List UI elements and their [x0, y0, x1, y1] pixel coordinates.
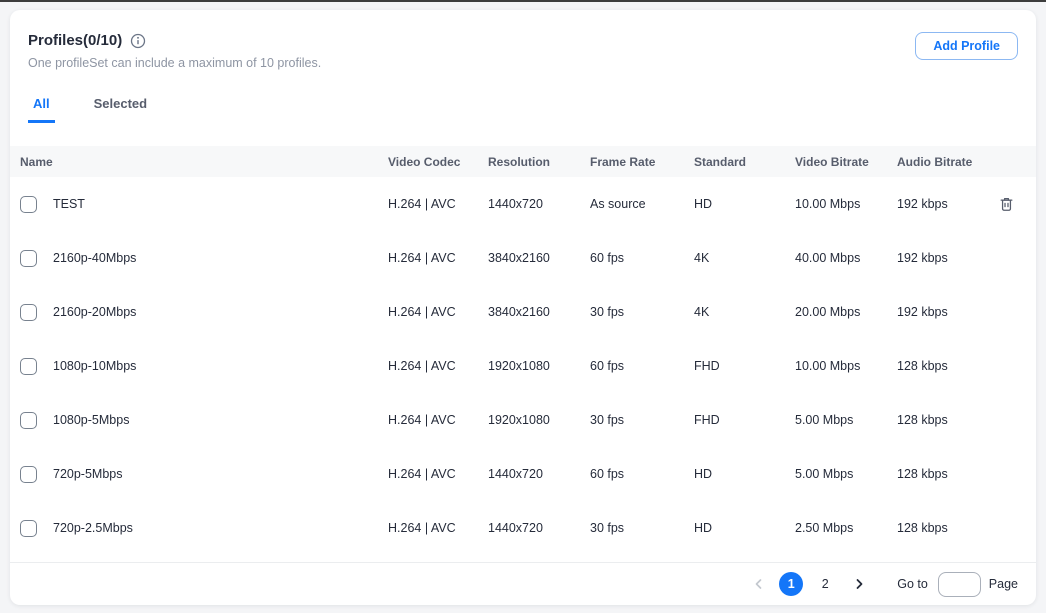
cell-name: 2160p-40Mbps — [53, 251, 388, 265]
cell-resolution: 1440x720 — [488, 467, 590, 481]
tab-selected[interactable]: Selected — [89, 96, 152, 123]
pagination-bar: 12 Go to Page — [10, 562, 1036, 605]
cell-video-bitrate: 5.00 Mbps — [795, 467, 897, 481]
cell-frame-rate: 30 fps — [590, 413, 694, 427]
cell-standard: HD — [694, 197, 795, 211]
row-checkbox[interactable] — [20, 196, 37, 213]
column-header-resolution: Resolution — [488, 155, 590, 169]
page-1-button[interactable]: 1 — [779, 572, 803, 596]
cell-audio-bitrate: 192 kbps — [897, 305, 988, 319]
row-checkbox[interactable] — [20, 466, 37, 483]
table-row: TEST H.264 | AVC 1440x720 As source HD 1… — [10, 177, 1036, 231]
cell-standard: FHD — [694, 413, 795, 427]
cell-name: 1080p-10Mbps — [53, 359, 388, 373]
cell-standard: HD — [694, 521, 795, 535]
panel-subtitle: One profileSet can include a maximum of … — [28, 56, 321, 70]
column-header-video-bitrate: Video Bitrate — [795, 155, 897, 169]
cell-name: 2160p-20Mbps — [53, 305, 388, 319]
cell-frame-rate: 60 fps — [590, 467, 694, 481]
goto-label: Go to — [897, 577, 928, 591]
add-profile-button[interactable]: Add Profile — [915, 32, 1018, 60]
column-header-frame-rate: Frame Rate — [590, 155, 694, 169]
column-header-name: Name — [20, 155, 388, 169]
cell-video-codec: H.264 | AVC — [388, 359, 488, 373]
cell-video-bitrate: 10.00 Mbps — [795, 359, 897, 373]
chevron-left-icon[interactable] — [747, 572, 771, 596]
cell-resolution: 1920x1080 — [488, 359, 590, 373]
cell-frame-rate: 30 fps — [590, 305, 694, 319]
profiles-panel: Profiles(0/10) One profileSet can includ… — [10, 10, 1036, 605]
cell-resolution: 1920x1080 — [488, 413, 590, 427]
row-checkbox[interactable] — [20, 358, 37, 375]
cell-standard: HD — [694, 467, 795, 481]
table-row: 2160p-40Mbps H.264 | AVC 3840x2160 60 fp… — [10, 231, 1036, 285]
tab-all-label: All — [33, 96, 50, 111]
cell-audio-bitrate: 128 kbps — [897, 359, 988, 373]
goto-page-input[interactable] — [938, 572, 981, 597]
tabs-bar: All Selected — [10, 96, 1036, 123]
cell-video-codec: H.264 | AVC — [388, 251, 488, 265]
cell-video-bitrate: 5.00 Mbps — [795, 413, 897, 427]
column-header-audio-bitrate: Audio Bitrate — [897, 155, 988, 169]
panel-header: Profiles(0/10) One profileSet can includ… — [10, 10, 1036, 70]
page-numbers: 12 — [779, 572, 847, 596]
window-top-edge — [0, 0, 1046, 2]
info-icon[interactable] — [130, 33, 146, 49]
cell-audio-bitrate: 128 kbps — [897, 413, 988, 427]
cell-frame-rate: As source — [590, 197, 694, 211]
page-2-button[interactable]: 2 — [813, 572, 837, 596]
cell-audio-bitrate: 192 kbps — [897, 197, 988, 211]
tab-selected-label: Selected — [94, 96, 147, 111]
cell-video-bitrate: 20.00 Mbps — [795, 305, 897, 319]
cell-standard: 4K — [694, 305, 795, 319]
cell-name: TEST — [53, 197, 388, 211]
column-header-video-codec: Video Codec — [388, 155, 488, 169]
table-row: 1080p-5Mbps H.264 | AVC 1920x1080 30 fps… — [10, 393, 1036, 447]
row-checkbox[interactable] — [20, 250, 37, 267]
cell-resolution: 3840x2160 — [488, 251, 590, 265]
table-header: Name Video Codec Resolution Frame Rate S… — [10, 146, 1036, 177]
cell-frame-rate: 60 fps — [590, 359, 694, 373]
cell-video-codec: H.264 | AVC — [388, 521, 488, 535]
cell-name: 1080p-5Mbps — [53, 413, 388, 427]
row-checkbox[interactable] — [20, 520, 37, 537]
cell-video-codec: H.264 | AVC — [388, 467, 488, 481]
page-title: Profiles(0/10) — [28, 32, 122, 49]
column-header-standard: Standard — [694, 155, 795, 169]
cell-video-codec: H.264 | AVC — [388, 305, 488, 319]
cell-standard: 4K — [694, 251, 795, 265]
cell-video-bitrate: 40.00 Mbps — [795, 251, 897, 265]
cell-video-codec: H.264 | AVC — [388, 197, 488, 211]
delete-icon[interactable] — [998, 196, 1015, 213]
cell-resolution: 1440x720 — [488, 197, 590, 211]
cell-video-bitrate: 10.00 Mbps — [795, 197, 897, 211]
cell-audio-bitrate: 128 kbps — [897, 467, 988, 481]
cell-standard: FHD — [694, 359, 795, 373]
table-row: 720p-5Mbps H.264 | AVC 1440x720 60 fps H… — [10, 447, 1036, 501]
cell-name: 720p-5Mbps — [53, 467, 388, 481]
table-body: TEST H.264 | AVC 1440x720 As source HD 1… — [10, 177, 1036, 562]
cell-video-bitrate: 2.50 Mbps — [795, 521, 897, 535]
table-row: 1080p-10Mbps H.264 | AVC 1920x1080 60 fp… — [10, 339, 1036, 393]
table-row: 720p-2.5Mbps H.264 | AVC 1440x720 30 fps… — [10, 501, 1036, 555]
table-row: 2160p-20Mbps H.264 | AVC 3840x2160 30 fp… — [10, 285, 1036, 339]
page-label: Page — [989, 577, 1018, 591]
cell-frame-rate: 30 fps — [590, 521, 694, 535]
tab-all[interactable]: All — [28, 96, 55, 123]
cell-audio-bitrate: 192 kbps — [897, 251, 988, 265]
row-checkbox[interactable] — [20, 412, 37, 429]
cell-resolution: 3840x2160 — [488, 305, 590, 319]
chevron-right-icon[interactable] — [847, 572, 871, 596]
panel-header-left: Profiles(0/10) One profileSet can includ… — [28, 32, 321, 70]
row-checkbox[interactable] — [20, 304, 37, 321]
cell-audio-bitrate: 128 kbps — [897, 521, 988, 535]
cell-resolution: 1440x720 — [488, 521, 590, 535]
cell-name: 720p-2.5Mbps — [53, 521, 388, 535]
cell-frame-rate: 60 fps — [590, 251, 694, 265]
cell-video-codec: H.264 | AVC — [388, 413, 488, 427]
